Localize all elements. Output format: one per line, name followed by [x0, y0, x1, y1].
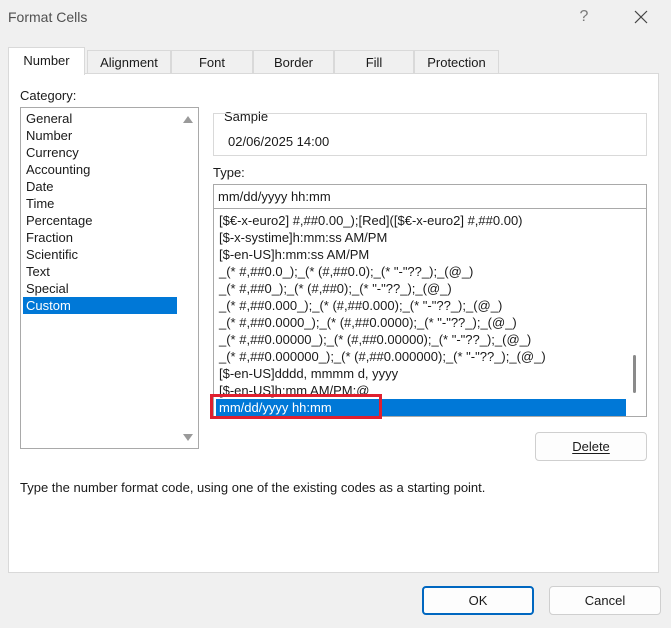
category-item-time[interactable]: Time: [23, 195, 177, 212]
type-input[interactable]: [213, 184, 647, 209]
dialog-title: Format Cells: [8, 9, 88, 25]
category-item-fraction[interactable]: Fraction: [23, 229, 177, 246]
selection-highlight-box: [210, 394, 382, 419]
format-item[interactable]: [$-en-US]h:mm:ss AM/PM: [216, 246, 626, 263]
format-item[interactable]: _(* #,##0_);_(* (#,##0);_(* "-"??_);_(@_…: [216, 280, 626, 297]
category-item-date[interactable]: Date: [23, 178, 177, 195]
delete-button-label: Delete: [572, 439, 610, 454]
category-item-scientific[interactable]: Scientific: [23, 246, 177, 263]
type-label: Type:: [213, 165, 245, 180]
category-item-text[interactable]: Text: [23, 263, 177, 280]
sample-value: 02/06/2025 14:00: [228, 134, 330, 149]
title-bar: Format Cells ?: [0, 0, 671, 36]
scrollbar-thumb[interactable]: [633, 355, 636, 393]
format-item[interactable]: _(* #,##0.0_);_(* (#,##0.0);_(* "-"??_);…: [216, 263, 626, 280]
category-list[interactable]: General Number Currency Accounting Date …: [20, 107, 199, 449]
category-item-currency[interactable]: Currency: [23, 144, 177, 161]
tab-number[interactable]: Number: [8, 47, 85, 75]
category-item-percentage[interactable]: Percentage: [23, 212, 177, 229]
format-item[interactable]: _(* #,##0.0000_);_(* (#,##0.0000);_(* "-…: [216, 314, 626, 331]
tab-alignment[interactable]: Alignment: [87, 50, 171, 74]
close-button[interactable]: [624, 1, 658, 33]
description-text: Type the number format code, using one o…: [20, 480, 486, 495]
cancel-button[interactable]: Cancel: [549, 586, 661, 615]
format-list-scrollbar[interactable]: [626, 209, 646, 416]
close-icon: [634, 10, 648, 24]
tab-font[interactable]: Font: [171, 50, 253, 74]
tab-protection[interactable]: Protection: [414, 50, 499, 74]
format-item[interactable]: [$-x-systime]h:mm:ss AM/PM: [216, 229, 626, 246]
scroll-up-arrow-icon[interactable]: [183, 116, 193, 123]
format-item[interactable]: _(* #,##0.000000_);_(* (#,##0.000000);_(…: [216, 348, 626, 365]
ok-button[interactable]: OK: [422, 586, 534, 615]
delete-button[interactable]: Delete: [535, 432, 647, 461]
category-label: Category:: [20, 88, 77, 103]
format-item[interactable]: _(* #,##0.00000_);_(* (#,##0.00000);_(* …: [216, 331, 626, 348]
category-item-special[interactable]: Special: [23, 280, 177, 297]
category-item-number[interactable]: Number: [23, 127, 177, 144]
category-item-accounting[interactable]: Accounting: [23, 161, 177, 178]
category-scrollbar[interactable]: [178, 108, 198, 448]
help-button[interactable]: ?: [572, 3, 596, 31]
category-item-custom[interactable]: Custom: [23, 297, 177, 314]
format-item[interactable]: _(* #,##0.000_);_(* (#,##0.000);_(* "-"?…: [216, 297, 626, 314]
tab-border[interactable]: Border: [253, 50, 334, 74]
tab-fill[interactable]: Fill: [334, 50, 414, 74]
format-item[interactable]: [$€-x-euro2] #,##0.00_);[Red]([$€-x-euro…: [216, 212, 626, 229]
scroll-down-arrow-icon[interactable]: [183, 434, 193, 441]
format-item[interactable]: [$-en-US]dddd, mmmm d, yyyy: [216, 365, 626, 382]
category-item-general[interactable]: General: [23, 110, 177, 127]
format-code-list[interactable]: [$€-x-euro2] #,##0.00_);[Red]([$€-x-euro…: [213, 209, 647, 417]
